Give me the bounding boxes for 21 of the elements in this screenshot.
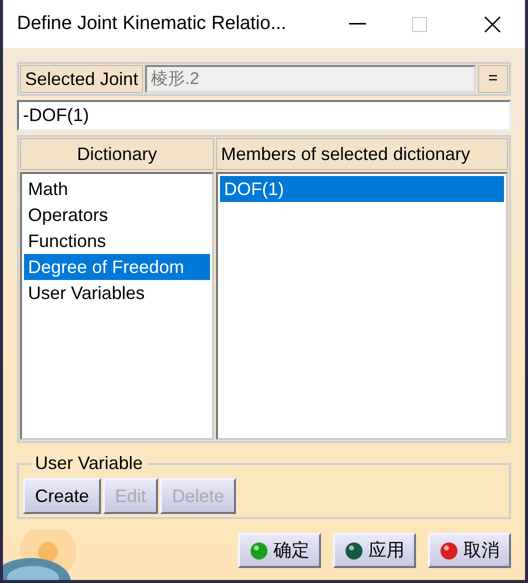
list-item[interactable]: Math [24,176,210,202]
dialog-button[interactable]: 取消 [428,533,511,568]
list-item[interactable]: DOF(1) [220,176,504,202]
joint-field[interactable]: 棱形.2 [145,65,476,93]
group-title: User Variable [31,451,147,475]
field-label: Selected Joint [20,65,144,93]
action-button[interactable]: Create [23,478,102,514]
list-item[interactable]: Degree of Freedom [24,254,210,280]
window-title: Define Joint Kinematic Relatio... [17,12,288,36]
dialog-button[interactable]: 应用 [333,533,416,568]
close-icon[interactable] [484,16,501,32]
dialog-button[interactable]: 确定 [238,533,321,568]
list-item[interactable]: Operators [24,202,210,228]
equals-button[interactable]: = [478,65,508,93]
formula-field[interactable]: -DOF(1) [17,100,511,131]
maximize-icon [412,16,427,32]
column-header: Members of selected dictionary [216,138,508,170]
list-item[interactable]: User Variables [24,280,210,306]
column-header: Dictionary [20,138,214,170]
list-item[interactable]: Functions [24,228,210,254]
minimize-icon[interactable] [349,23,366,25]
